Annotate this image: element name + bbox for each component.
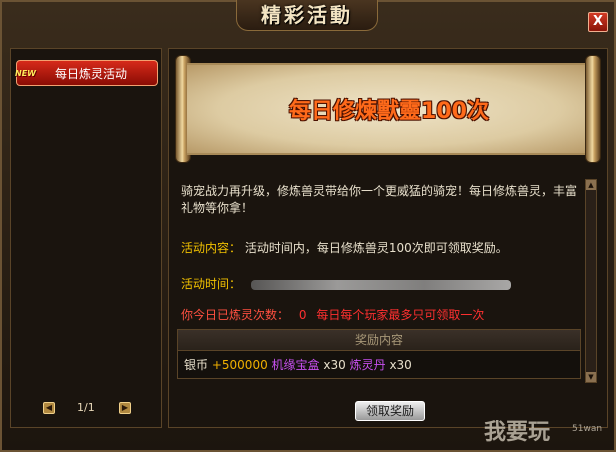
reward-name: 银币 bbox=[184, 358, 209, 372]
count-row: 你今日已炼灵次数： 0 每日每个玩家最多只可领取一次 bbox=[181, 306, 484, 323]
reward-amount: +500000 bbox=[211, 358, 268, 372]
event-description: 骑宠战力再升级，修炼兽灵带给你一个更威猛的骑宠！每日修炼兽灵，丰富礼物等你拿！ bbox=[181, 184, 578, 215]
pager: ◀ 1/1 ▶ bbox=[41, 399, 133, 419]
reward-amount: x30 bbox=[389, 358, 412, 372]
reward-header: 奖励内容 bbox=[178, 330, 580, 351]
next-page-button[interactable]: ▶ bbox=[119, 402, 131, 414]
count-value: 0 bbox=[298, 308, 307, 322]
scroll-banner: 每日修煉獸靈100次 bbox=[187, 63, 591, 155]
watermark-text: 我要玩 bbox=[484, 420, 551, 445]
scroll-roll-right bbox=[585, 55, 601, 163]
close-button[interactable]: X bbox=[588, 12, 608, 32]
sidebar-item-label: 每日炼灵活动 bbox=[55, 67, 128, 81]
title-plate: 精彩活動 bbox=[236, 0, 378, 31]
time-value-redacted bbox=[250, 279, 511, 290]
scroll-down-arrow[interactable]: ▼ bbox=[586, 372, 596, 382]
reward-name: 机缘宝盒 bbox=[271, 358, 320, 372]
prev-page-button[interactable]: ◀ bbox=[43, 402, 55, 414]
event-heading: 每日修煉獸靈100次 bbox=[289, 99, 489, 124]
reward-name: 炼灵丹 bbox=[349, 358, 386, 372]
scroll-up-arrow[interactable]: ▲ bbox=[586, 180, 596, 190]
time-label: 活动时间： bbox=[181, 277, 242, 291]
content-scrollbar[interactable]: ▲ ▼ bbox=[585, 179, 597, 383]
new-badge: NEW bbox=[15, 69, 36, 78]
site-watermark: 我要玩 51wan bbox=[480, 410, 610, 450]
count-label: 你今日已炼灵次数： bbox=[181, 308, 290, 322]
reward-list: 银币 +500000 机缘宝盒 x30 炼灵丹 x30 bbox=[178, 351, 580, 378]
content-value: 活动时间内，每日修炼兽灵100次即可领取奖励。 bbox=[244, 241, 508, 255]
watermark-site: 51wan bbox=[572, 424, 603, 434]
event-detail-panel: 每日修煉獸靈100次 骑宠战力再升级，修炼兽灵带给你一个更威猛的骑宠！每日修炼兽… bbox=[168, 48, 608, 428]
content-row: 活动内容： 活动时间内，每日修炼兽灵100次即可领取奖励。 bbox=[181, 239, 508, 256]
page-indicator: 1/1 bbox=[77, 401, 95, 414]
count-note: 每日每个玩家最多只可领取一次 bbox=[316, 308, 485, 322]
sidebar-item-daily-refine[interactable]: NEW 每日炼灵活动 bbox=[15, 60, 158, 86]
reward-amount: x30 bbox=[323, 358, 346, 372]
window-title: 精彩活動 bbox=[261, 3, 353, 27]
event-list-panel: NEW 每日炼灵活动 ◀ 1/1 ▶ bbox=[10, 48, 162, 428]
reward-box: 奖励内容 银币 +500000 机缘宝盒 x30 炼灵丹 x30 bbox=[177, 329, 581, 379]
content-label: 活动内容： bbox=[181, 241, 242, 255]
time-row: 活动时间： bbox=[181, 275, 511, 292]
claim-reward-button[interactable]: 领取奖励 bbox=[355, 401, 425, 421]
